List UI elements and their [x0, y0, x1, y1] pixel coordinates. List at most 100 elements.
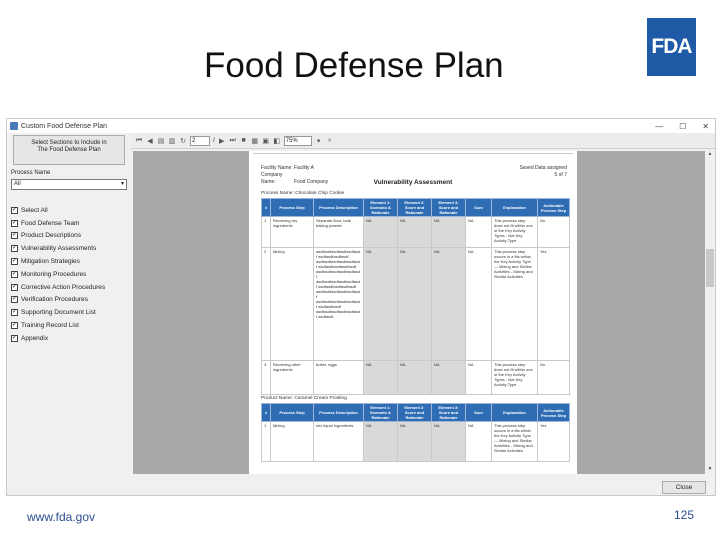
table-cell-e3: NA	[431, 216, 466, 248]
scroll-up-icon[interactable]: ▲	[706, 151, 714, 159]
table-cell-sum: NA	[465, 360, 492, 395]
checkbox-label: Food Defense Team	[21, 219, 80, 227]
table-cell-step: Mixing	[270, 247, 314, 361]
table-row: 3 Receiving other ingredients butter, eggs…	[261, 360, 570, 395]
checkbox-icon[interactable]: ✓	[11, 334, 18, 342]
table-cell-e1: NA	[363, 421, 398, 462]
close-icon[interactable]: ✕	[702, 122, 709, 131]
scroll-down-icon[interactable]: ▼	[706, 466, 714, 474]
table-cell-desc: mix liquid ingredients	[313, 421, 364, 462]
table-cell-e1: NA	[363, 216, 398, 248]
facility-value: Facility A	[294, 165, 315, 171]
window-titlebar: Custom Food Defense Plan — ☐ ✕	[7, 119, 715, 133]
table-cell-e2: NA	[397, 360, 432, 395]
table-cell-expl: This process step occurs in a fits withi…	[491, 421, 538, 462]
section-checkbox-item[interactable]: ✓ Verification Procedures	[11, 294, 129, 307]
checkbox-icon[interactable]: ✓	[11, 322, 18, 330]
slide-title: Food Defense Plan	[204, 46, 504, 85]
section-checkbox-item[interactable]: ✓ Supporting Document List	[11, 306, 129, 319]
checkbox-icon[interactable]: ✓	[11, 296, 18, 304]
section1-header: Process Name: Chocolate Chip Cookie	[261, 191, 345, 196]
table-cell-e2: NA	[397, 247, 432, 361]
table-cell-sum: NA	[465, 216, 492, 248]
minimize-icon[interactable]: —	[655, 122, 663, 131]
print-icon[interactable]: ▤	[157, 137, 165, 145]
table-cell-desc: Separate flour; bulk baking powder	[313, 216, 364, 248]
section-checkbox-item[interactable]: ✓ Corrective Action Procedures	[11, 281, 129, 294]
table-cell-e3: NA	[431, 360, 466, 395]
table-row: 2 Mixing asdfasdfasdfasdfasdfasdf asdfasdf…	[261, 247, 570, 361]
close-button[interactable]: Close	[662, 481, 706, 494]
column-header: #	[261, 403, 271, 422]
column-header: Process Step	[270, 198, 314, 217]
viewer-scrollbar[interactable]: ▲ ▼	[705, 151, 715, 474]
refresh-icon[interactable]: ↻	[179, 137, 187, 145]
checkbox-icon[interactable]: ✓	[11, 232, 18, 240]
column-header: Explanation	[491, 198, 538, 217]
sections-sidebar: Select Sections to Include in The Food D…	[7, 133, 131, 495]
column-header: Process Description	[313, 403, 364, 422]
table-row: 1 Mixing mix liquid ingredients NA NA NA NA Thi…	[261, 421, 570, 462]
checkbox-icon[interactable]: ✓	[11, 270, 18, 278]
column-header: #	[261, 198, 271, 217]
section-checkbox-item[interactable]: ✓ Monitoring Procedures	[11, 268, 129, 281]
next-page-icon[interactable]: ▶	[218, 137, 226, 145]
process-name-label: Process Name	[11, 170, 51, 176]
print-layout-icon[interactable]: ▣	[262, 137, 270, 145]
table-cell-desc: butter, eggs	[313, 360, 364, 395]
fda-logo: FDA	[647, 18, 696, 76]
table-cell-sum: NA	[465, 247, 492, 361]
page-total-text: /	[213, 137, 215, 144]
first-page-icon[interactable]: ⏮	[135, 137, 143, 145]
column-header: Element 2: Score and Rationale	[397, 198, 432, 217]
viewer-toolbar: ⏮ ◀ ▤ ▥ ↻ 2 / ▶ ⏭ ■ ▦ ▣ ◧ 75% ▾ ⌕	[131, 133, 715, 149]
section-checkbox-item[interactable]: ✓ Appendix	[11, 332, 129, 345]
last-page-icon[interactable]: ⏭	[229, 137, 237, 145]
save-icon[interactable]: ◧	[273, 137, 281, 145]
scroll-thumb[interactable]	[706, 249, 714, 287]
document-title: Vulnerability Assessment	[373, 179, 453, 186]
section-checkbox-item[interactable]: ✓ Training Record List	[11, 319, 129, 332]
zoom-chevron-icon[interactable]: ▾	[315, 137, 323, 145]
checkbox-icon[interactable]: ✓	[11, 219, 18, 227]
checkbox-label: Mitigation Strategies	[21, 258, 80, 266]
section-checkbox-item[interactable]: ✓ Food Defense Team	[11, 217, 129, 230]
section-checkbox-item[interactable]: ✓ Mitigation Strategies	[11, 255, 129, 268]
checkbox-icon[interactable]: ✓	[11, 283, 18, 291]
zoom-select[interactable]: 75%	[283, 135, 312, 146]
section-checkbox-item[interactable]: ✓ Product Descriptions	[11, 230, 129, 243]
checkbox-icon[interactable]: ✓	[11, 258, 18, 266]
select-sections-button[interactable]: Select Sections to Include in The Food D…	[13, 135, 125, 165]
checkbox-label: Verification Procedures	[21, 296, 88, 304]
vulnerability-table-2: # Process Step Process Description Element …	[261, 403, 570, 462]
column-header: Actionable Process Step	[537, 403, 570, 422]
section-checkbox-item[interactable]: ✓ Select All	[11, 204, 129, 217]
table-cell-act: Yes	[537, 247, 570, 361]
table-cell-step: Receiving dry ingredients	[270, 216, 314, 248]
prev-page-icon[interactable]: ◀	[146, 137, 154, 145]
column-header: Sum	[465, 403, 492, 422]
checkbox-label: Corrective Action Procedures	[21, 283, 106, 291]
chevron-down-icon: ▾	[120, 181, 124, 187]
page-setup-icon[interactable]: ▦	[251, 137, 259, 145]
section-checkbox-item[interactable]: ✓ Vulnerability Assessments	[11, 242, 129, 255]
maximize-icon[interactable]: ☐	[679, 122, 686, 131]
stop-icon[interactable]: ■	[240, 137, 248, 145]
find-icon[interactable]: ⌕	[326, 137, 334, 145]
table-cell-desc: asdfasdfasdfasdfasdfasdf asdfasdfasdfasd…	[313, 247, 364, 361]
section-checklist: ✓ Select All ✓ Food Defense Team ✓ Product De…	[11, 204, 129, 345]
column-header: Element 3: Score and Rationale	[431, 403, 466, 422]
column-header: Element 3: Score and Rationale	[431, 198, 466, 217]
export-icon[interactable]: ▥	[168, 137, 176, 145]
process-name-select[interactable]: All ▾	[11, 179, 127, 190]
page-number-input[interactable]: 2	[190, 135, 210, 146]
checkbox-icon[interactable]: ✓	[11, 245, 18, 253]
checkbox-icon[interactable]: ✓	[11, 309, 18, 317]
table-cell-e1: NA	[363, 360, 398, 395]
table-cell-e1: NA	[363, 247, 398, 361]
page-top-border	[253, 151, 573, 154]
process-name-value: All	[14, 181, 21, 187]
footer-url: www.fda.gov	[27, 510, 96, 524]
select-sections-label-1: Select Sections to Include in	[31, 140, 107, 146]
checkbox-icon[interactable]: ✓	[11, 206, 18, 214]
